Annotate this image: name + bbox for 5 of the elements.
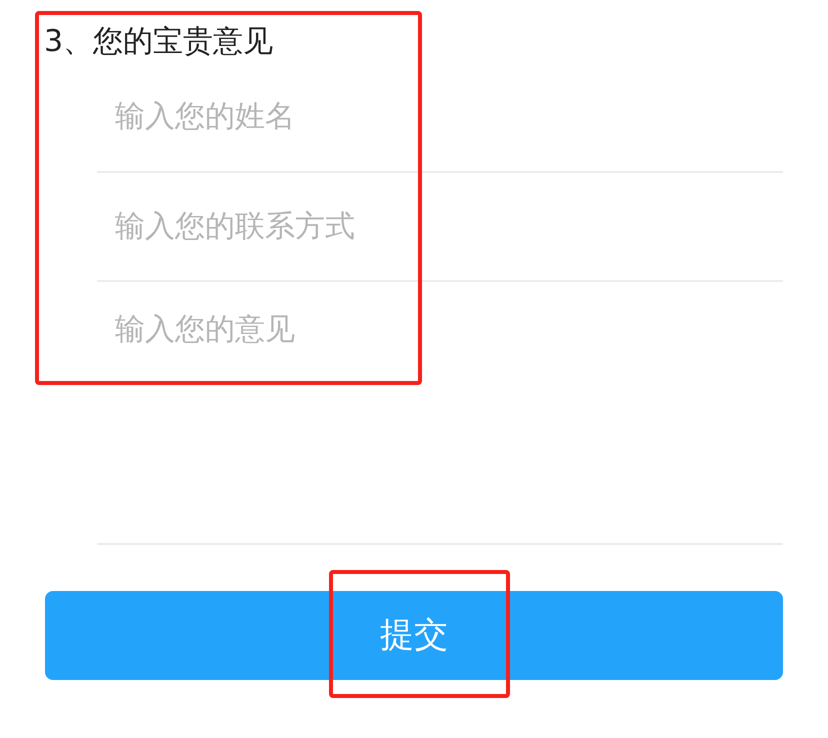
input-field[interactable]: 输入您的联系方式 xyxy=(97,196,783,256)
input-field[interactable]: 输入您的姓名 xyxy=(97,86,783,146)
section-title: 3、您的宝贵意见 xyxy=(44,23,274,61)
submit-button[interactable]: 提交 xyxy=(45,591,783,680)
feedback-field[interactable]: 输入您的意见 xyxy=(97,282,783,532)
